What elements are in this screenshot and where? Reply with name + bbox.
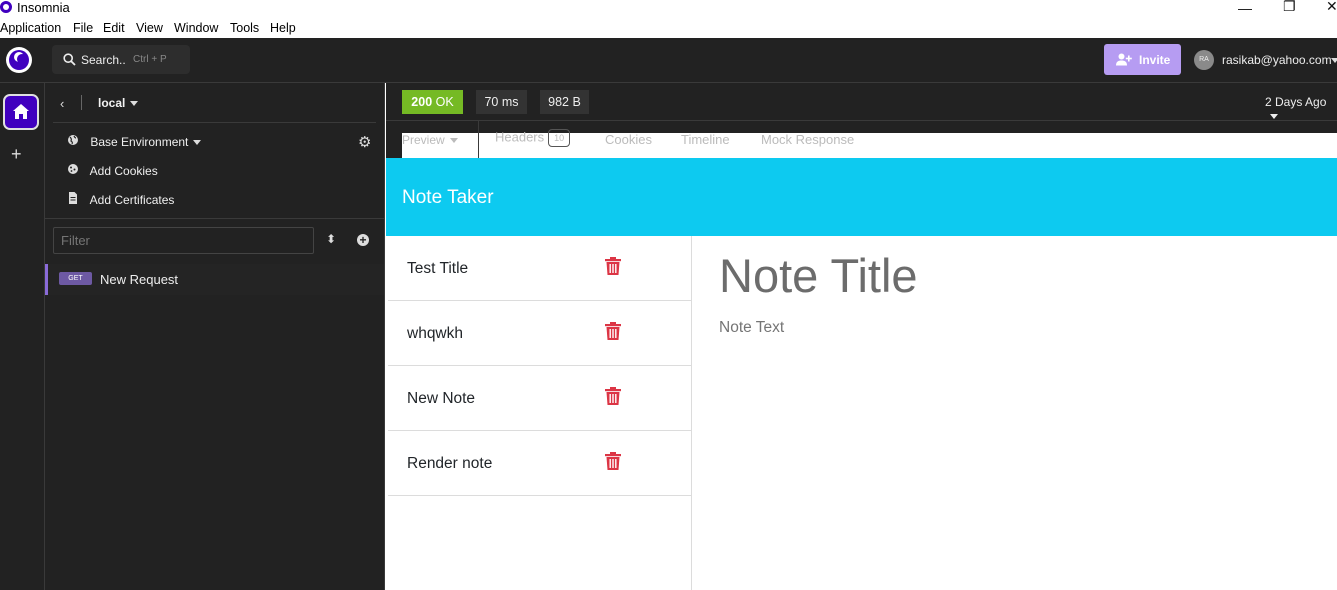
response-age: 2 Days Ago: [1265, 95, 1327, 109]
add-certificates-button[interactable]: Add Certificates: [67, 192, 174, 207]
chevron-down-icon[interactable]: [1331, 58, 1337, 63]
insomnia-brand-icon[interactable]: [6, 47, 32, 73]
home-button[interactable]: [3, 94, 39, 130]
restore-icon[interactable]: ❐: [1283, 0, 1296, 13]
add-cookies-label: Add Cookies: [89, 164, 158, 178]
add-project-icon[interactable]: +: [11, 145, 22, 163]
note-list: Test Title whqwkh New Note Render note: [388, 236, 692, 590]
headers-count-badge: 10: [548, 129, 571, 147]
tab-timeline[interactable]: Timeline: [681, 132, 730, 147]
user-email[interactable]: rasikab@yahoo.com: [1222, 53, 1332, 67]
menu-file[interactable]: File: [73, 21, 93, 35]
divider: [478, 121, 479, 158]
chevron-down-icon: [1270, 114, 1278, 120]
response-size: 982 B: [540, 90, 589, 114]
certificate-icon: [69, 192, 77, 204]
trash-icon[interactable]: [605, 257, 621, 275]
home-icon: [13, 104, 29, 119]
add-cookies-button[interactable]: Add Cookies: [67, 163, 158, 178]
tab-headers[interactable]: Headers 10: [495, 129, 571, 147]
note-title-input[interactable]: Note Title: [719, 248, 918, 303]
response-tabs: Preview Headers 10 Cookies Timeline Mock …: [386, 121, 1337, 565]
search-bar[interactable]: Search.. Ctrl + P: [52, 45, 190, 74]
workspace-selector[interactable]: local: [98, 96, 139, 110]
trash-icon[interactable]: [605, 322, 621, 340]
window-title: Insomnia: [17, 0, 70, 15]
filter-input[interactable]: [53, 227, 314, 254]
request-method-badge: GET: [59, 272, 92, 285]
request-name: New Request: [100, 272, 179, 287]
minimize-icon[interactable]: —: [1238, 1, 1252, 15]
cookie-icon: [68, 164, 78, 174]
note-taker-brand[interactable]: Note Taker: [402, 187, 494, 209]
response-preview: Note Taker Test Title whqwkh New Note Re…: [386, 158, 1337, 590]
response-age-selector[interactable]: 2 Days Ago: [1265, 95, 1337, 123]
window-title-bar: Insomnia — ❐ ✕: [0, 0, 1337, 18]
left-rail: +: [0, 83, 45, 590]
request-item[interactable]: GET New Request: [45, 264, 384, 295]
add-request-icon[interactable]: +: [357, 234, 369, 246]
environment-selector[interactable]: Base Environment: [67, 134, 202, 149]
trash-icon[interactable]: [605, 387, 621, 405]
tab-mock-response[interactable]: Mock Response: [761, 132, 854, 147]
status-code: 200: [411, 95, 433, 109]
add-user-icon: [1116, 53, 1132, 66]
sidebar: ‹ local Base Environment ⚙ Add Cookies A…: [45, 83, 385, 590]
tab-preview-label: Preview: [402, 133, 445, 147]
search-shortcut: Ctrl + P: [133, 54, 167, 65]
note-item-title: Test Title: [407, 260, 469, 277]
note-item-title: New Note: [407, 390, 476, 407]
divider: [45, 218, 385, 219]
note-taker-navbar: Note Taker: [386, 158, 1337, 236]
trash-icon[interactable]: [605, 452, 621, 470]
menu-help[interactable]: Help: [270, 21, 296, 35]
sort-icon[interactable]: ⬍: [326, 232, 336, 246]
menu-application[interactable]: Application: [0, 21, 61, 35]
invite-label: Invite: [1139, 53, 1171, 67]
chevron-down-icon: [193, 140, 202, 146]
status-text: OK: [435, 95, 454, 109]
menu-window[interactable]: Window: [174, 21, 218, 35]
response-status-bar: 200 OK 70 ms 982 B 2 Days Ago: [386, 83, 1337, 121]
back-arrow-icon[interactable]: ‹: [60, 96, 64, 111]
menu-edit[interactable]: Edit: [103, 21, 125, 35]
insomnia-logo-icon: [0, 1, 12, 13]
status-badge: 200 OK: [402, 90, 463, 114]
tab-headers-label: Headers: [495, 129, 545, 145]
chevron-down-icon: [449, 138, 458, 144]
tab-cookies[interactable]: Cookies: [605, 132, 652, 147]
menu-view[interactable]: View: [136, 21, 163, 35]
note-item-title: whqwkh: [407, 325, 463, 342]
app-header: Search.. Ctrl + P Invite RA rasikab@yaho…: [0, 38, 1337, 83]
search-icon: [63, 53, 76, 66]
invite-button[interactable]: Invite: [1104, 44, 1181, 75]
environment-label: Base Environment: [90, 135, 189, 149]
close-icon[interactable]: ✕: [1326, 0, 1337, 13]
list-item[interactable]: Render note: [388, 431, 692, 496]
menu-bar: Application File Edit View Window Tools …: [0, 18, 1337, 38]
divider: [81, 95, 82, 110]
response-time: 70 ms: [476, 90, 527, 114]
gear-icon[interactable]: ⚙: [358, 133, 371, 151]
divider: [53, 122, 376, 123]
avatar[interactable]: RA: [1194, 50, 1214, 70]
list-item[interactable]: whqwkh: [388, 301, 692, 366]
search-label: Search..: [81, 53, 126, 67]
menu-tools[interactable]: Tools: [230, 21, 259, 35]
note-item-title: Render note: [407, 455, 493, 472]
list-item[interactable]: Test Title: [388, 236, 692, 301]
workspace-name: local: [98, 96, 126, 110]
chevron-down-icon: [130, 101, 139, 107]
add-certificates-label: Add Certificates: [89, 193, 175, 207]
globe-icon: [68, 135, 78, 145]
list-item[interactable]: New Note: [388, 366, 692, 431]
note-text-input[interactable]: Note Text: [719, 319, 784, 337]
